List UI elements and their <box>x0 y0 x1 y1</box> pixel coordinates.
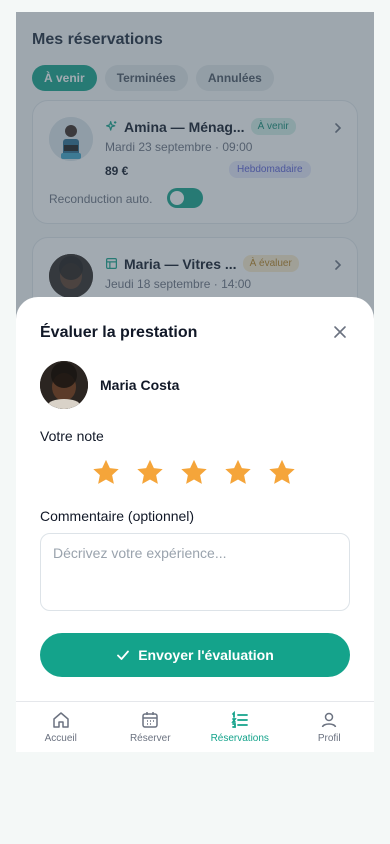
tab-label: Profil <box>317 733 341 744</box>
calendar-icon <box>142 712 158 728</box>
comment-label: Commentaire (optionnel) <box>40 508 195 524</box>
close-icon[interactable] <box>332 324 348 340</box>
check-icon <box>117 650 130 660</box>
home-icon <box>53 712 69 728</box>
star-icon[interactable] <box>222 457 254 489</box>
tab-label: Accueil <box>44 733 77 744</box>
tab-label: Réservations <box>210 733 269 744</box>
star-icon[interactable] <box>178 457 210 489</box>
star-icon[interactable] <box>90 457 122 489</box>
rating-sheet: Évaluer la prestation Maria Costa Votre … <box>16 297 374 752</box>
comment-field[interactable] <box>40 533 350 611</box>
rating-label: Votre note <box>40 428 104 444</box>
bottom-tab-bar: Accueil Réserver Réservations Profil <box>16 701 374 752</box>
submit-rating-button[interactable]: Envoyer l'évaluation <box>40 633 350 677</box>
submit-label: Envoyer l'évaluation <box>138 647 274 663</box>
provider-name: Maria Costa <box>100 377 180 393</box>
star-icon[interactable] <box>266 457 298 489</box>
star-icon[interactable] <box>134 457 166 489</box>
tab-home[interactable]: Accueil <box>16 702 106 752</box>
app-screen: Mes réservations À venir Terminées Annul… <box>16 12 374 752</box>
user-icon <box>322 712 337 728</box>
tab-label: Réserver <box>129 733 171 744</box>
star-rating <box>90 457 298 489</box>
provider-avatar <box>40 361 88 409</box>
tab-book[interactable]: Réserver <box>106 702 196 752</box>
list-icon <box>231 710 248 728</box>
sheet-title: Évaluer la prestation <box>40 324 198 341</box>
tab-profile[interactable]: Profil <box>285 702 375 752</box>
tab-bookings[interactable]: Réservations <box>195 702 285 752</box>
